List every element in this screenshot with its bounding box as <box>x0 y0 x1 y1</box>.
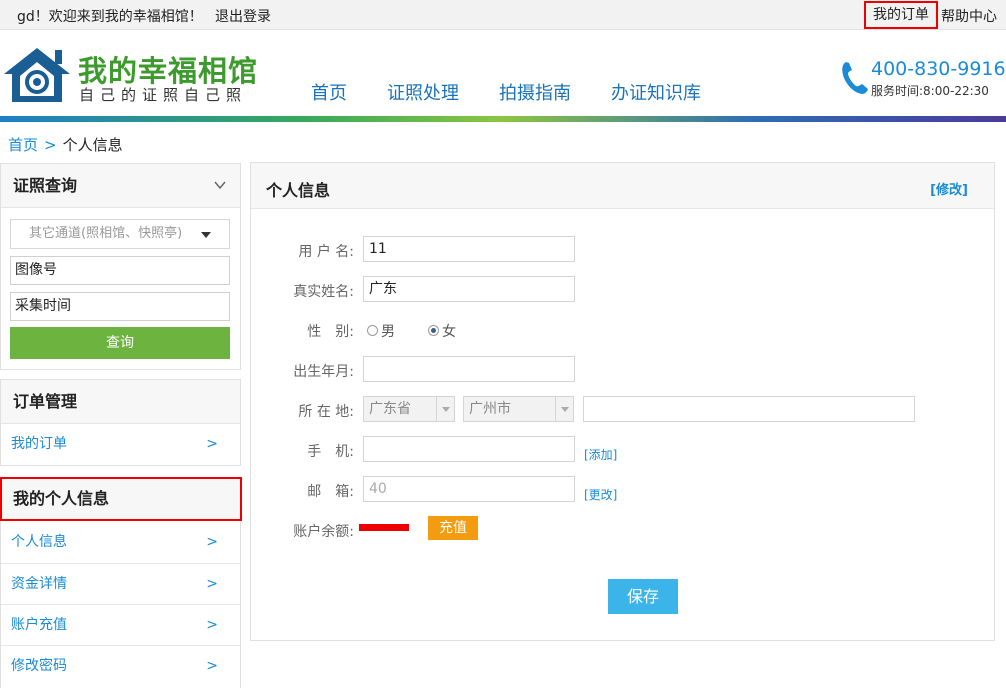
sidebar-item-label: 个人信息 <box>11 534 67 550</box>
city-value: 广州市 <box>469 401 511 417</box>
sidebar-item-fund-details[interactable]: 资金详情 > <box>1 563 240 604</box>
service-hours: 服务时间:8:00-22:30 <box>871 84 989 98</box>
top-bar: gd！欢迎来到我的幸福相馆！ 退出登录 我的订单 帮助中心 <box>0 0 1006 30</box>
province-select[interactable]: 广东省 <box>363 396 455 422</box>
chevron-right-icon: > <box>206 534 218 550</box>
edit-link[interactable]: [修改] <box>930 179 968 198</box>
birth-label: 出生年月: <box>293 364 354 380</box>
nav-shooting-guide[interactable]: 拍摄指南 <box>499 79 571 105</box>
breadcrumb-separator: > <box>44 136 57 154</box>
username-label: 用 户 名: <box>298 244 354 260</box>
address-detail-field[interactable] <box>583 396 915 422</box>
panel-header: 个人信息 [修改] <box>251 163 994 209</box>
gender-female-label: 女 <box>442 324 456 340</box>
province-value: 广东省 <box>369 401 411 417</box>
chevron-right-icon: > <box>206 576 218 592</box>
birth-field[interactable] <box>363 356 575 382</box>
image-number-input[interactable]: 图像号 <box>10 256 230 285</box>
capture-time-input[interactable]: 采集时间 <box>10 292 230 321</box>
logo-subtitle: 自己的证照自己照 <box>79 86 248 104</box>
nav-photo-processing[interactable]: 证照处理 <box>387 79 459 105</box>
address-label: 所 在 地: <box>298 404 354 420</box>
query-button[interactable]: 查询 <box>10 327 230 359</box>
channel-select[interactable]: 其它通道(照相馆、快照亭) <box>10 219 230 249</box>
save-button[interactable]: 保存 <box>608 579 678 614</box>
photo-query-title: 证照查询 <box>13 176 78 195</box>
help-center-link[interactable]: 帮助中心 <box>941 6 997 26</box>
recharge-button[interactable]: 充值 <box>428 516 478 540</box>
breadcrumb: 首页 > 个人信息 <box>8 134 123 155</box>
breadcrumb-home[interactable]: 首页 <box>8 136 38 154</box>
mobile-field[interactable] <box>363 436 575 462</box>
phone-icon <box>842 62 868 94</box>
sidebar-item-personal-info[interactable]: 个人信息 > <box>1 522 240 563</box>
photo-query-header[interactable]: 证照查询 <box>1 164 240 208</box>
sidebar-item-label: 修改密码 <box>11 658 67 674</box>
order-management-box: 订单管理 我的订单 > <box>0 379 241 466</box>
gender-label: 性 别: <box>307 324 354 340</box>
channel-select-value: 其它通道(照相馆、快照亭) <box>29 226 183 241</box>
welcome-text: gd！欢迎来到我的幸福相馆！ <box>17 9 203 25</box>
username-field[interactable]: 11 <box>363 236 575 262</box>
email-field: 40 <box>363 476 575 502</box>
dropdown-arrow-icon <box>201 232 211 238</box>
sidebar-item-label: 我的订单 <box>11 436 67 452</box>
my-profile-header: 我的个人信息 <box>0 477 242 521</box>
order-management-header: 订单管理 <box>1 380 240 424</box>
chevron-right-icon: > <box>206 658 218 674</box>
logout-link[interactable]: 退出登录 <box>215 6 271 26</box>
chevron-down-icon <box>214 181 226 190</box>
city-select[interactable]: 广州市 <box>463 396 574 422</box>
balance-redacted <box>359 524 409 531</box>
header-divider <box>0 116 1006 122</box>
breadcrumb-current: 个人信息 <box>62 136 123 154</box>
chevron-right-icon: > <box>206 617 218 633</box>
change-email-link[interactable]: [更改] <box>584 486 617 503</box>
photo-query-box: 证照查询 其它通道(照相馆、快照亭) 图像号 采集时间 查询 <box>0 163 241 370</box>
site-header: 我的幸福相馆 自己的证照自己照 首页 证照处理 拍摄指南 办证知识库 400-8… <box>0 30 1006 116</box>
my-orders-link[interactable]: 我的订单 <box>864 1 938 29</box>
panel-title: 个人信息 <box>266 181 331 200</box>
realname-field[interactable]: 广东 <box>363 276 575 302</box>
chevron-right-icon: > <box>206 436 218 452</box>
email-label: 邮 箱: <box>307 484 354 500</box>
sidebar-item-label: 资金详情 <box>11 576 67 592</box>
nav-knowledge-base[interactable]: 办证知识库 <box>611 79 701 105</box>
sidebar-item-account-recharge[interactable]: 账户充值 > <box>1 604 240 645</box>
balance-label: 账户余额: <box>293 524 354 540</box>
add-mobile-link[interactable]: [添加] <box>584 446 617 463</box>
realname-label: 真实姓名: <box>293 284 354 300</box>
dropdown-arrow-icon <box>555 397 573 421</box>
sidebar-item-change-password[interactable]: 修改密码 > <box>1 645 240 686</box>
nav-home[interactable]: 首页 <box>311 79 347 105</box>
house-logo-icon <box>4 48 70 102</box>
gender-male-label: 男 <box>381 324 395 340</box>
dropdown-arrow-icon <box>436 397 454 421</box>
sidebar-item-label: 账户充值 <box>11 617 67 633</box>
phone-number: 400-830-9916 <box>871 58 1006 80</box>
gender-female-radio[interactable] <box>428 325 439 336</box>
sidebar-item-my-orders[interactable]: 我的订单 > <box>1 424 240 465</box>
gender-male-radio[interactable] <box>367 325 378 336</box>
mobile-label: 手 机: <box>307 444 354 460</box>
